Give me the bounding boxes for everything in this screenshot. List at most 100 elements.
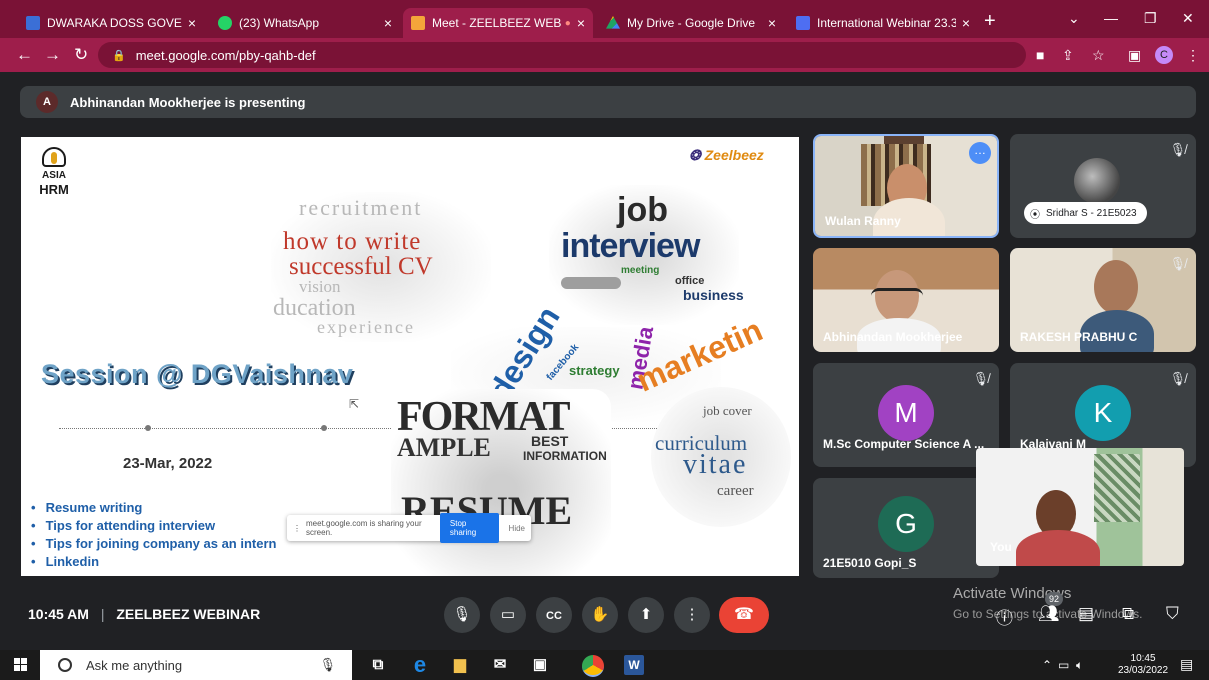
- volume-icon[interactable]: 🔈︎: [1076, 658, 1083, 673]
- muted-mic-icon: 🎙︎̸: [1169, 256, 1186, 271]
- tab-whatsapp[interactable]: (23) WhatsApp ×: [210, 8, 400, 38]
- cv-heading-line1: how to write: [283, 228, 422, 255]
- more-options-button[interactable]: ⋮: [674, 597, 710, 633]
- share-icon[interactable]: ⇪: [1062, 47, 1074, 64]
- session-title: Session @ DGVaishnav: [41, 359, 354, 389]
- participant-face: [875, 270, 919, 322]
- chat-icon[interactable]: ▤: [1078, 604, 1094, 624]
- task-view-icon[interactable]: ⧉: [368, 655, 388, 675]
- topic-item: Tips for joining company as an intern: [31, 535, 277, 553]
- tab-title: My Drive - Google Drive: [627, 16, 756, 30]
- captions-button[interactable]: CC: [536, 597, 572, 633]
- taskbar-search-box[interactable]: Ask me anything 🎙︎: [40, 650, 352, 680]
- more-options-button[interactable]: …: [969, 142, 991, 164]
- restore-icon[interactable]: ❐: [1144, 10, 1157, 27]
- close-tab-icon[interactable]: ×: [962, 15, 970, 31]
- network-icon[interactable]: ▭: [1058, 658, 1069, 672]
- muted-mic-icon: 🎙︎̸: [972, 371, 989, 386]
- tab-title: International Webinar 23.3.2(: [817, 16, 956, 30]
- tab-search-icon[interactable]: ⌄: [1068, 10, 1080, 27]
- file-explorer-icon[interactable]: ▆: [450, 655, 470, 675]
- clock-time: 10:45: [1130, 653, 1156, 664]
- participant-tile-sridhar[interactable]: 🎙︎̸ ⦿ Sridhar S - 21E5023: [1010, 134, 1196, 238]
- participant-tile-rakesh[interactable]: 🎙︎̸ RAKESH PRABHU C: [1010, 248, 1196, 352]
- raise-hand-button[interactable]: ✋: [582, 597, 618, 633]
- chrome-icon[interactable]: [582, 655, 604, 677]
- close-tab-icon[interactable]: ×: [384, 15, 392, 31]
- tray-expand-icon[interactable]: ⌃: [1042, 658, 1052, 672]
- google-drive-icon: [606, 16, 620, 29]
- camera-icon[interactable]: ■: [1036, 47, 1044, 63]
- meeting-time: 10:45 AM: [28, 606, 89, 622]
- sharing-text: meet.google.com is sharing your screen.: [306, 519, 422, 537]
- close-tab-icon[interactable]: ×: [577, 15, 585, 31]
- back-icon[interactable]: ←: [16, 45, 33, 65]
- stop-sharing-button[interactable]: Stop sharing: [439, 513, 499, 543]
- word-vitae: vitae: [683, 449, 748, 480]
- store-icon[interactable]: ▣: [530, 655, 550, 675]
- participant-tile-wulan-ranny[interactable]: … Wulan Ranny: [813, 134, 999, 238]
- minimize-icon[interactable]: —: [1104, 10, 1118, 26]
- windows-start-icon[interactable]: [14, 658, 28, 672]
- word-career: career: [717, 483, 754, 499]
- microphone-button[interactable]: 🎙︎: [444, 597, 480, 633]
- bookmark-star-icon[interactable]: ☆: [1092, 47, 1105, 64]
- participant-tile-abhinandan[interactable]: Abhinandan Mookherjee: [813, 248, 999, 352]
- mail-icon[interactable]: ✉: [490, 655, 510, 675]
- microphone-icon[interactable]: 🎙︎: [319, 657, 336, 673]
- browser-tab-strip: DWARAKA DOSS GOVERDHA × (23) WhatsApp × …: [0, 0, 1209, 38]
- side-panel-icon[interactable]: ▣: [1128, 47, 1141, 64]
- present-now-button[interactable]: ⬆: [628, 597, 664, 633]
- word-experience: experience: [317, 317, 415, 337]
- tab-international-webinar[interactable]: International Webinar 23.3.2( ×: [788, 8, 978, 38]
- presenting-banner: A Abhinandan Mookherjee is presenting: [20, 86, 1196, 118]
- close-tab-icon[interactable]: ×: [188, 15, 196, 31]
- whatsapp-icon: [218, 16, 232, 30]
- tab-meet[interactable]: Meet - ZEELBEEZ WEBIN ● ×: [403, 8, 593, 38]
- forward-icon[interactable]: →: [44, 45, 61, 65]
- cv-heading-line2: successful CV: [289, 253, 433, 280]
- address-bar[interactable]: 🔒 meet.google.com/pby-qahb-def: [98, 42, 1026, 68]
- browser-menu-icon[interactable]: ⋮: [1186, 47, 1200, 64]
- topic-item: Resume writing: [31, 499, 276, 517]
- meeting-name: ZEELBEEZ WEBINAR: [116, 606, 261, 622]
- muted-mic-icon: 🎙︎̸: [1169, 371, 1186, 386]
- present-screen-icon: ⬆: [639, 606, 653, 623]
- close-window-icon[interactable]: ✕: [1182, 10, 1194, 27]
- edge-icon[interactable]: e: [410, 654, 430, 676]
- participant-face: [1094, 260, 1138, 314]
- meeting-details-icon[interactable]: ⓘ: [996, 604, 1013, 629]
- drag-handle-icon[interactable]: ⋮: [293, 524, 301, 533]
- tab-title: DWARAKA DOSS GOVERDHA: [47, 16, 182, 30]
- self-view-tile[interactable]: You: [976, 448, 1184, 566]
- participant-tile-gopi[interactable]: G 21E5010 Gopi_S: [813, 478, 999, 578]
- close-tab-icon[interactable]: ×: [768, 15, 776, 31]
- word-job-cover: job cover: [703, 403, 752, 418]
- people-icon[interactable]: 👥︎: [1038, 604, 1060, 624]
- participant-initial-avatar: M: [878, 385, 934, 441]
- leave-call-button[interactable]: ☎: [719, 597, 769, 633]
- taskbar-clock[interactable]: 10:45 23/03/2022: [1118, 653, 1168, 677]
- hide-sharing-bar-button[interactable]: Hide: [509, 524, 525, 533]
- asia-hrm-logo: ASIA HRM: [39, 147, 69, 197]
- action-center-icon[interactable]: ▤: [1180, 656, 1193, 673]
- window-grill: [1094, 454, 1140, 522]
- cloud-stripe: [561, 277, 621, 289]
- tab-title: (23) WhatsApp: [239, 16, 320, 30]
- lock-icon[interactable]: 🔒: [112, 49, 126, 62]
- new-tab-button[interactable]: +: [984, 10, 996, 33]
- pin-icon: ⦿: [1030, 209, 1040, 221]
- participant-tile-msc-computer-science[interactable]: M 🎙︎̸ M.Sc Computer Science A ...: [813, 363, 999, 467]
- reload-icon[interactable]: ↻: [74, 45, 88, 65]
- host-controls-icon[interactable]: ⛉: [1166, 604, 1179, 624]
- participant-name-chip: ⦿ Sridhar S - 21E5023: [1024, 202, 1147, 224]
- tab-google-drive[interactable]: My Drive - Google Drive ×: [598, 8, 784, 38]
- participant-name: RAKESH PRABHU C: [1020, 330, 1138, 344]
- word-recruitment: recruitment: [299, 195, 423, 220]
- word-icon[interactable]: W: [624, 655, 644, 675]
- activities-icon[interactable]: ⧉: [1122, 604, 1134, 624]
- profile-avatar[interactable]: C: [1155, 46, 1173, 64]
- tab-dwaraka[interactable]: DWARAKA DOSS GOVERDHA ×: [18, 8, 204, 38]
- hang-up-icon: ☎: [734, 606, 754, 623]
- camera-button[interactable]: ▭: [490, 597, 526, 633]
